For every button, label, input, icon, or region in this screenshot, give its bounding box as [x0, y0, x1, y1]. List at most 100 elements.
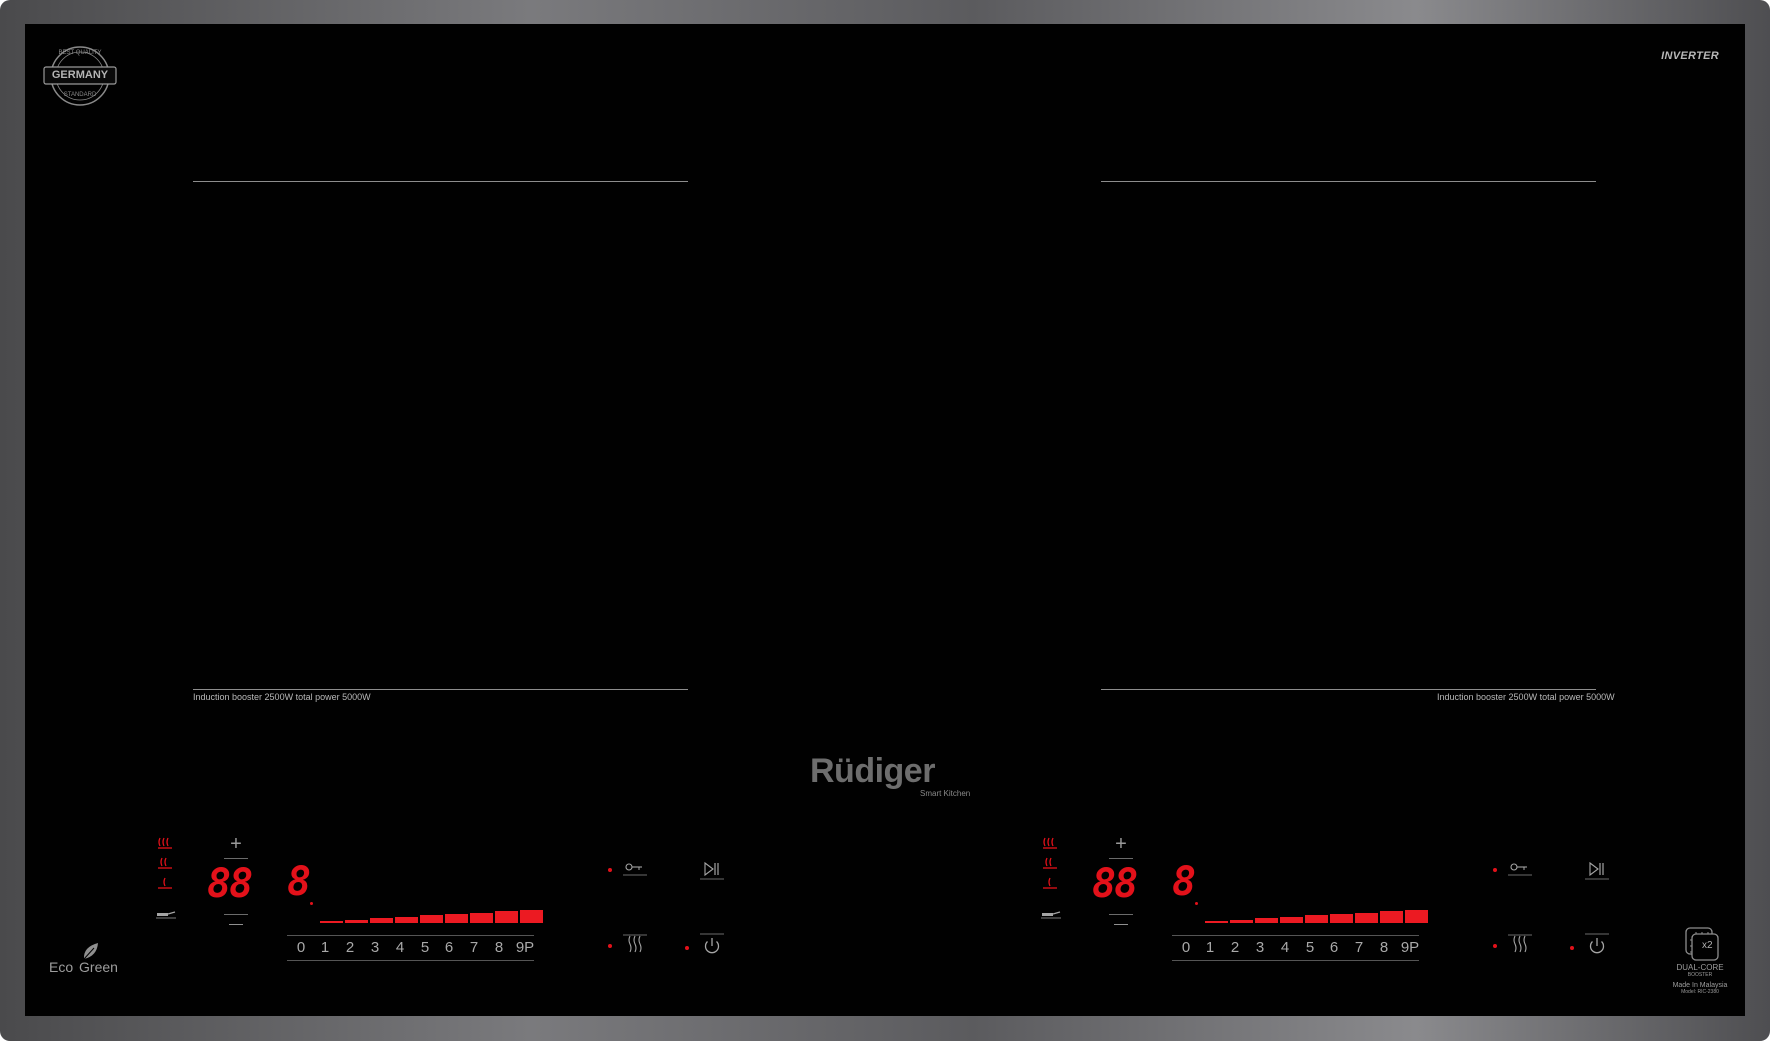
timer-display: 88 [207, 861, 253, 907]
scale-3[interactable]: 3 [1250, 939, 1270, 956]
scale-top-line [287, 935, 534, 936]
right-zone-top-line [1101, 181, 1596, 182]
power-level-segment [395, 916, 418, 923]
lock-indicator [608, 868, 612, 872]
seal-bottom-text: STANDARD [63, 92, 97, 98]
brand-logo: Rüdiger Smart Kitchen [810, 754, 970, 798]
power-level-segment [1330, 914, 1353, 923]
power-level-segment [1405, 909, 1428, 923]
level-decimal-dot [1195, 902, 1198, 905]
scale-5[interactable]: 5 [1300, 939, 1320, 956]
plus-underline [224, 858, 248, 859]
keep-warm-indicator [1493, 944, 1497, 948]
scale-8[interactable]: 8 [1374, 939, 1394, 956]
scale-1[interactable]: 1 [315, 939, 335, 956]
play-pause-icon[interactable] [700, 860, 724, 880]
power-level-segment [370, 918, 393, 923]
glass-top: BEST QUALITY GERMANY STANDARD INVERTER I… [25, 24, 1745, 1016]
level-display: 8 [1172, 859, 1197, 905]
dual-core-line1: DUAL-CORE [1676, 963, 1724, 972]
eco-text: Eco [49, 959, 74, 975]
scale-0[interactable]: 0 [1176, 939, 1196, 956]
power-level-segment [320, 921, 343, 923]
scale-1[interactable]: 1 [1200, 939, 1220, 956]
seal-center-text: GERMANY [51, 69, 109, 81]
key-lock-icon[interactable] [623, 860, 647, 876]
power-level-segment [445, 914, 468, 923]
green-text: Green [79, 959, 118, 975]
lock-indicator [1493, 868, 1497, 872]
left-control-panel: + — 88 8 0 1 2 3 4 5 6 7 8 9P [155, 834, 755, 964]
left-zone-bottom-line [193, 689, 688, 690]
scale-4[interactable]: 4 [1275, 939, 1295, 956]
brand-tagline: Smart Kitchen [920, 789, 971, 798]
scale-4[interactable]: 4 [390, 939, 410, 956]
scale-2[interactable]: 2 [1225, 939, 1245, 956]
play-pause-icon[interactable] [1585, 860, 1609, 880]
pan-icon[interactable] [155, 910, 177, 920]
left-zone-top-line [193, 181, 688, 182]
made-in-text: Made In Malaysia [1672, 982, 1728, 989]
power-level-segment [1255, 918, 1278, 923]
minus-underline [1109, 914, 1133, 915]
power-icon[interactable] [700, 933, 724, 959]
scale-9p[interactable]: 9P [1398, 939, 1422, 956]
power-level-segment [1280, 916, 1303, 923]
power-level-segment [1355, 912, 1378, 923]
scale-0[interactable]: 0 [291, 939, 311, 956]
scale-2[interactable]: 2 [340, 939, 360, 956]
model-text: Model: RIC-2380 [1681, 989, 1719, 995]
scale-7[interactable]: 7 [1349, 939, 1369, 956]
dual-core-line2: BOOSTER [1687, 972, 1713, 978]
scale-bottom-line [287, 960, 534, 961]
timer-display: 88 [1092, 861, 1138, 907]
right-zone-power-note: Induction booster 2500W total power 5000… [1437, 692, 1615, 702]
heat-wave-icon [1043, 837, 1057, 889]
power-level-segment [1305, 915, 1328, 923]
power-level-segment [470, 912, 493, 923]
germany-quality-seal: BEST QUALITY GERMANY STANDARD [43, 44, 117, 108]
heat-wave-icon [158, 837, 172, 889]
minus-underline [224, 914, 248, 915]
scale-7[interactable]: 7 [464, 939, 484, 956]
pan-icon[interactable] [1040, 910, 1062, 920]
plus-button[interactable]: + [1109, 834, 1133, 854]
scale-top-line [1172, 935, 1419, 936]
scale-3[interactable]: 3 [365, 939, 385, 956]
keep-warm-icon[interactable] [623, 934, 647, 958]
minus-button[interactable]: — [1109, 915, 1133, 931]
scale-8[interactable]: 8 [489, 939, 509, 956]
scale-5[interactable]: 5 [415, 939, 435, 956]
power-level-segment [520, 909, 543, 923]
scale-bottom-line [1172, 960, 1419, 961]
power-indicator [685, 946, 689, 950]
dual-core-badge: x2 DUAL-CORE BOOSTER Made In Malaysia Mo… [1650, 924, 1750, 995]
induction-hob: BEST QUALITY GERMANY STANDARD INVERTER I… [0, 0, 1770, 1041]
left-zone-power-note: Induction booster 2500W total power 5000… [193, 692, 371, 702]
right-zone-bottom-line [1101, 689, 1596, 690]
power-level-segment [1205, 921, 1228, 923]
power-level-segment [420, 915, 443, 923]
power-level-segment [345, 919, 368, 923]
right-control-panel: + — 88 8 0 1 2 3 4 5 6 7 8 9P [1040, 834, 1640, 964]
scale-6[interactable]: 6 [439, 939, 459, 956]
seal-top-text: BEST QUALITY [58, 50, 102, 56]
power-level-segment [495, 911, 518, 923]
power-indicator [1570, 946, 1574, 950]
plus-button[interactable]: + [224, 834, 248, 854]
keep-warm-indicator [608, 944, 612, 948]
power-level-segment [1230, 919, 1253, 923]
inverter-logo: INVERTER [1661, 50, 1719, 62]
keep-warm-icon[interactable] [1508, 934, 1532, 958]
leaf-icon [83, 943, 98, 960]
key-lock-icon[interactable] [1508, 860, 1532, 876]
level-decimal-dot [310, 902, 313, 905]
plus-underline [1109, 858, 1133, 859]
eco-green-logo: Eco Green [49, 943, 118, 975]
minus-button[interactable]: — [224, 915, 248, 931]
level-display: 8 [287, 859, 312, 905]
power-icon[interactable] [1585, 933, 1609, 959]
power-level-segment [1380, 911, 1403, 923]
scale-6[interactable]: 6 [1324, 939, 1344, 956]
scale-9p[interactable]: 9P [513, 939, 537, 956]
